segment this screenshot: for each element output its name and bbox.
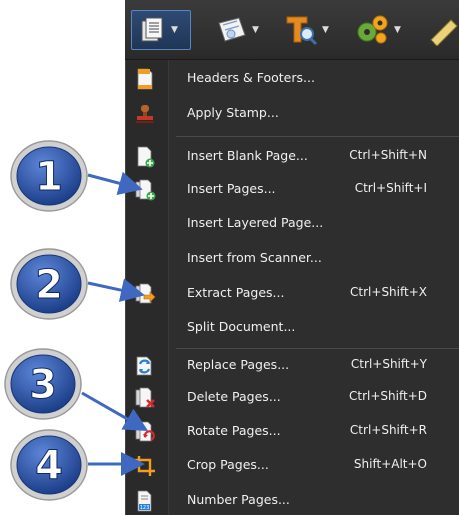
- menu-item-label: Replace Pages...: [187, 357, 290, 372]
- extract-pages-icon: [135, 283, 156, 304]
- menu-item-label: Insert Blank Page...: [187, 148, 308, 163]
- menu-item-label: Split Document...: [187, 319, 296, 334]
- menu-item-replace-pages[interactable]: Replace Pages... Ctrl+Shift+Y: [126, 350, 459, 380]
- stamp-icon: [136, 105, 154, 123]
- menu-item-label: Headers & Footers...: [187, 70, 315, 85]
- callout-number: 1: [35, 154, 63, 200]
- delete-pages-icon: [135, 387, 155, 408]
- chevron-down-icon: ▼: [394, 25, 401, 35]
- menu-item-apply-stamp[interactable]: Apply Stamp...: [126, 98, 459, 128]
- menu-item-label: Apply Stamp...: [187, 105, 279, 120]
- toolbar: ▼ ▼ ▼ ▼: [125, 0, 459, 60]
- menu-item-label: Insert Layered Page...: [187, 215, 324, 230]
- replace-pages-icon: [136, 356, 152, 376]
- chevron-down-icon: ▼: [252, 25, 259, 35]
- text-search-icon: [286, 16, 318, 46]
- menu-item-shortcut: Ctrl+Shift+D: [349, 389, 427, 403]
- callout-1: 1: [10, 140, 88, 212]
- menu-item-crop-pages[interactable]: Crop Pages... Shift+Alt+O: [126, 450, 459, 480]
- menu-item-insert-blank-page[interactable]: Insert Blank Page... Ctrl+Shift+N: [126, 141, 459, 171]
- svg-text:123: 123: [140, 505, 150, 511]
- header-footer-icon: [137, 68, 153, 90]
- menu-item-label: Crop Pages...: [187, 457, 269, 472]
- menu-item-shortcut: Ctrl+Shift+N: [349, 148, 427, 162]
- pages-icon: [141, 17, 163, 42]
- menu-item-label: Number Pages...: [187, 492, 290, 507]
- gears-icon: [357, 15, 388, 44]
- chevron-down-icon: ▼: [322, 25, 329, 35]
- menu-item-shortcut: Ctrl+Shift+X: [350, 285, 427, 299]
- rotate-pages-icon: [135, 421, 155, 442]
- menu-item-insert-layered-page[interactable]: Insert Layered Page...: [126, 208, 459, 238]
- number-pages-icon: 123: [137, 490, 152, 512]
- document-pages-menu: Headers & Footers... Apply Stamp... Inse…: [125, 60, 459, 515]
- callout-4: 4: [10, 429, 88, 501]
- menu-item-shortcut: Ctrl+Shift+Y: [350, 357, 427, 371]
- menu-item-headers-footers[interactable]: Headers & Footers...: [126, 63, 459, 93]
- menu-item-insert-pages[interactable]: Insert Pages... Ctrl+Shift+I: [126, 174, 459, 204]
- crop-pages-icon: [135, 456, 155, 476]
- pen-icon: [428, 19, 458, 46]
- callout-number: 2: [35, 262, 63, 308]
- pages-menu-button[interactable]: ▼: [131, 10, 191, 50]
- chevron-down-icon: ▼: [171, 25, 178, 35]
- callout-number: 4: [35, 443, 63, 489]
- menu-item-extract-pages[interactable]: Extract Pages... Ctrl+Shift+X: [126, 278, 459, 308]
- menu-item-delete-pages[interactable]: Delete Pages... Ctrl+Shift+D: [126, 382, 459, 412]
- menu-item-label: Extract Pages...: [187, 285, 285, 300]
- pen-menu-button[interactable]: [425, 10, 459, 50]
- callout-number: 3: [29, 362, 57, 408]
- menu-item-rotate-pages[interactable]: Rotate Pages... Ctrl+Shift+R: [126, 416, 459, 446]
- menu-item-shortcut: Ctrl+Shift+R: [349, 423, 427, 437]
- certificate-menu-button[interactable]: ▼: [215, 10, 265, 50]
- menu-item-label: Insert from Scanner...: [187, 250, 322, 265]
- menu-item-label: Delete Pages...: [187, 389, 281, 404]
- menu-item-shortcut: Ctrl+Shift+I: [354, 181, 427, 195]
- gears-menu-button[interactable]: ▼: [355, 10, 410, 50]
- menu-separator: [176, 348, 459, 349]
- menu-item-label: Insert Pages...: [187, 181, 276, 196]
- certificate-icon: [218, 17, 246, 42]
- text-search-menu-button[interactable]: ▼: [285, 10, 335, 50]
- callout-2: 2: [10, 248, 88, 320]
- insert-blank-page-icon: [137, 146, 155, 168]
- menu-item-label: Rotate Pages...: [187, 423, 281, 438]
- callout-3: 3: [4, 348, 82, 420]
- menu-item-number-pages[interactable]: 123 Number Pages...: [126, 485, 459, 515]
- insert-pages-icon: [135, 179, 156, 201]
- menu-item-split-document[interactable]: Split Document...: [126, 312, 459, 342]
- menu-item-insert-from-scanner[interactable]: Insert from Scanner...: [126, 243, 459, 273]
- menu-item-shortcut: Shift+Alt+O: [353, 457, 427, 471]
- menu-separator: [176, 136, 459, 137]
